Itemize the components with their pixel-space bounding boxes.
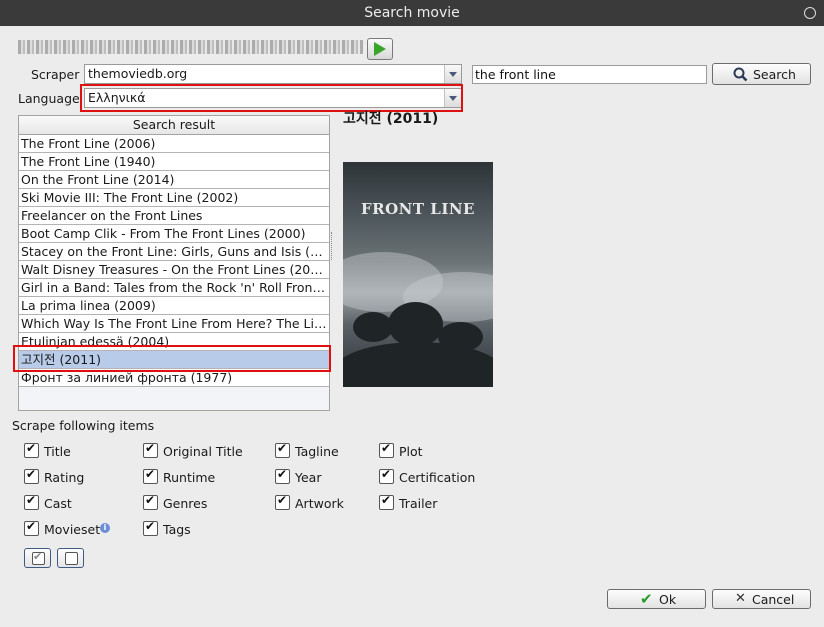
highlight-box-selected-result [13,345,331,372]
result-row[interactable]: Boot Camp Clik - From The Front Lines (2… [19,225,329,243]
original-title-checkbox[interactable] [143,441,159,459]
checked-box-icon: ✔ [32,550,45,565]
tagline-checkbox[interactable] [275,441,291,459]
splitter-handle[interactable] [331,232,334,260]
result-row[interactable]: The Front Line (2006) [19,135,329,153]
movie-title: 고지전 (2011) [343,111,439,127]
poster-title-text: FRONT LINE [361,200,475,218]
magnifier-icon [733,67,748,82]
plot-checkbox[interactable] [379,441,395,459]
window-close-icon[interactable] [804,7,816,19]
trailer-checkbox-label: Trailer [399,496,438,511]
genres-checkbox-label: Genres [163,496,208,511]
search-button-label: Search [753,67,796,82]
result-row[interactable]: Ski Movie III: The Front Line (2002) [19,189,329,207]
ok-button[interactable]: ✔ Ok [607,589,706,609]
genres-checkbox[interactable] [143,493,159,511]
play-button[interactable] [367,38,393,60]
cast-checkbox[interactable] [24,493,40,511]
ok-button-label: Ok [659,592,677,607]
tags-checkbox[interactable] [143,519,159,537]
result-row[interactable]: Walt Disney Treasures - On the Front Lin… [19,261,329,279]
scraper-select[interactable]: themoviedb.org [84,64,462,84]
checkmark-icon: ✔ [640,590,653,608]
rating-checkbox[interactable] [24,467,40,485]
select-all-button[interactable]: ✔ [24,548,51,568]
search-button[interactable]: Search [712,63,811,85]
plot-checkbox-label: Plot [399,444,423,459]
result-row[interactable]: On the Front Line (2014) [19,171,329,189]
scraper-label: Scraper [31,67,80,82]
result-row[interactable]: Girl in a Band: Tales from the Rock 'n' … [19,279,329,297]
result-row[interactable]: Which Way Is The Front Line From Here? T… [19,315,329,333]
rating-checkbox-label: Rating [44,470,85,485]
certification-checkbox[interactable] [379,467,395,485]
original-title-checkbox-label: Original Title [163,444,243,459]
play-icon [374,42,386,56]
language-label: Language [18,91,80,106]
search-input[interactable] [472,65,707,84]
certification-checkbox-label: Certification [399,470,476,485]
empty-box-icon [65,552,78,565]
result-row[interactable]: Stacey on the Front Line: Girls, Guns an… [19,243,329,261]
info-icon[interactable]: i [100,523,110,533]
year-checkbox[interactable] [275,467,291,485]
chevron-down-icon [444,65,461,83]
movie-poster: FRONT LINE [343,162,493,387]
title-checkbox[interactable] [24,441,40,459]
tagline-checkbox-label: Tagline [295,444,339,459]
deselect-all-button[interactable] [57,548,84,568]
cancel-button-label: Cancel [752,592,795,607]
movieset-checkbox-label: Movieset [44,522,101,537]
search-result-header: Search result [19,116,329,135]
window-titlebar: Search movie [0,0,824,26]
runtime-checkbox[interactable] [143,467,159,485]
cancel-button[interactable]: ✕ Cancel [712,589,811,609]
tags-checkbox-label: Tags [163,522,191,537]
window-title: Search movie [364,5,460,21]
result-row[interactable]: Freelancer on the Front Lines [19,207,329,225]
title-checkbox-label: Title [44,444,71,459]
scraper-value: themoviedb.org [88,66,188,81]
artwork-checkbox-label: Artwork [295,496,344,511]
movieset-checkbox[interactable] [24,519,40,537]
trailer-checkbox[interactable] [379,493,395,511]
year-checkbox-label: Year [295,470,322,485]
scrape-section-label: Scrape following items [12,418,155,433]
result-row[interactable]: La prima linea (2009) [19,297,329,315]
x-icon: ✕ [735,591,746,606]
runtime-checkbox-label: Runtime [163,470,216,485]
result-row[interactable]: The Front Line (1940) [19,153,329,171]
artwork-checkbox[interactable] [275,493,291,511]
cast-checkbox-label: Cast [44,496,72,511]
obscured-file-name [18,40,363,54]
